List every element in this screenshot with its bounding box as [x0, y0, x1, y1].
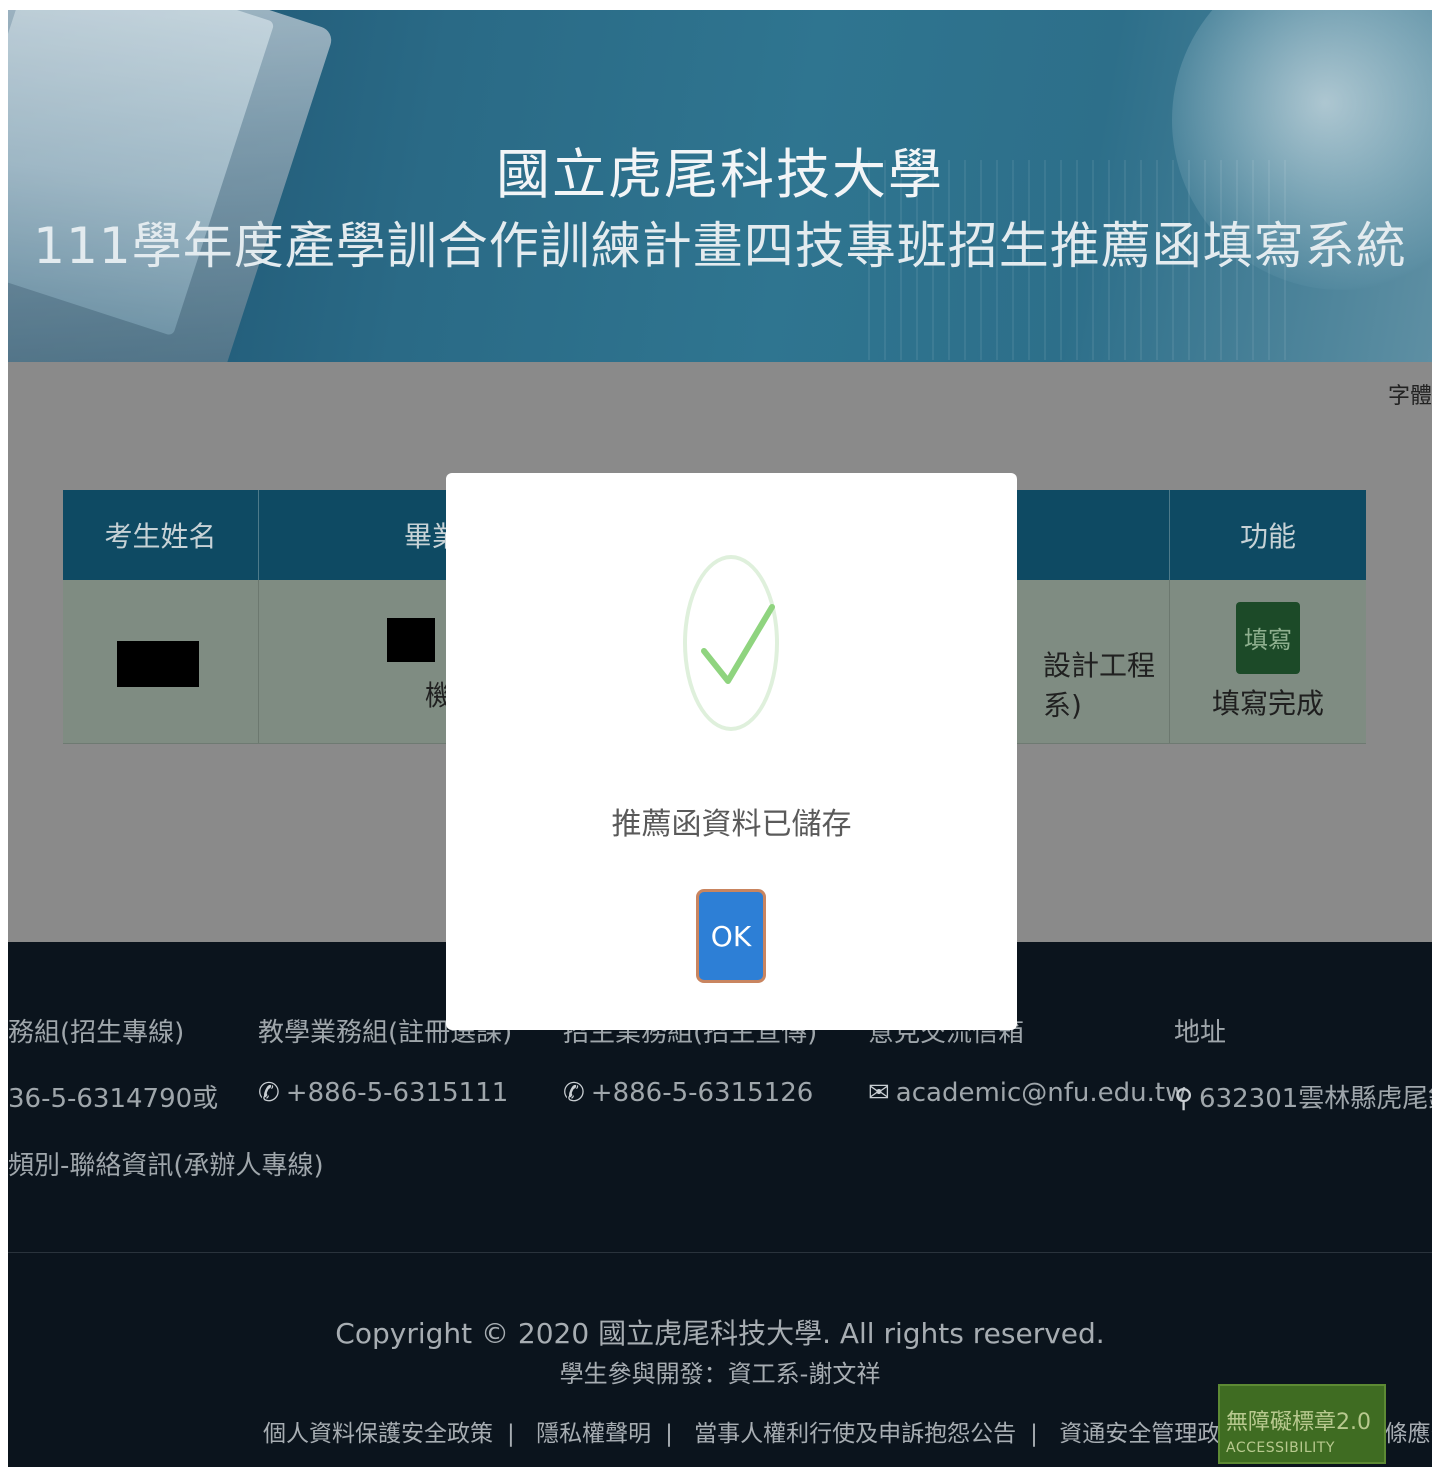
header-banner: 國立虎尾科技大學 111學年度產學訓合作訓練計畫四技專班招生推薦函填寫系統 — [8, 10, 1432, 362]
cell-function: 填寫 填寫完成 — [1170, 580, 1366, 743]
status-text: 填寫完成 — [1211, 686, 1324, 720]
accessibility-badge[interactable]: 無障礙標章2.0 ACCESSIBILITY — [1218, 1384, 1386, 1464]
checkmark-icon — [701, 604, 775, 684]
header-function: 功能 — [1239, 520, 1296, 553]
link-privacy-protection[interactable]: 個人資料保護安全政策 — [263, 1421, 493, 1447]
redacted-school — [387, 618, 435, 662]
phone-icon: ✆ — [258, 1078, 280, 1108]
fill-button[interactable]: 填寫 — [1236, 601, 1300, 674]
header-candidate-name: 考生姓名 — [63, 490, 259, 580]
redacted-name — [117, 641, 199, 687]
phone-icon: ✆ — [563, 1078, 585, 1108]
footer-divider — [8, 1252, 1432, 1253]
font-size-control[interactable]: 字體 — [1388, 378, 1432, 410]
link-privacy-statement[interactable]: 隱私權聲明 — [536, 1421, 651, 1447]
link-infosec-policy[interactable]: 資通安全管理政策 — [1059, 1421, 1243, 1447]
ok-button[interactable]: OK — [696, 889, 766, 983]
footer-col-address: 地址 ⚲632301雲林縣虎尾鎮文化路64 — [1174, 1018, 1432, 1114]
link-rights-complaint[interactable]: 當事人權利行使及申訴抱怨公告 — [694, 1421, 1016, 1447]
site-subtitle: 111學年度產學訓合作訓練計畫四技專班招生推薦函填寫系統 — [33, 217, 1407, 275]
mail-icon: ✉ — [868, 1078, 890, 1108]
location-icon: ⚲ — [1174, 1084, 1194, 1114]
success-dialog: 推薦函資料已儲存 OK — [446, 473, 1017, 1030]
dialog-message: 推薦函資料已儲存 — [611, 807, 852, 842]
cell-candidate-name — [63, 580, 259, 743]
copyright-text: Copyright © 2020 國立虎尾科技大學. All rights re… — [335, 1317, 1105, 1350]
site-title: 國立虎尾科技大學 — [496, 143, 944, 206]
page: 國立虎尾科技大學 111學年度產學訓合作訓練計畫四技專班招生推薦函填寫系統 字體… — [8, 10, 1432, 1467]
